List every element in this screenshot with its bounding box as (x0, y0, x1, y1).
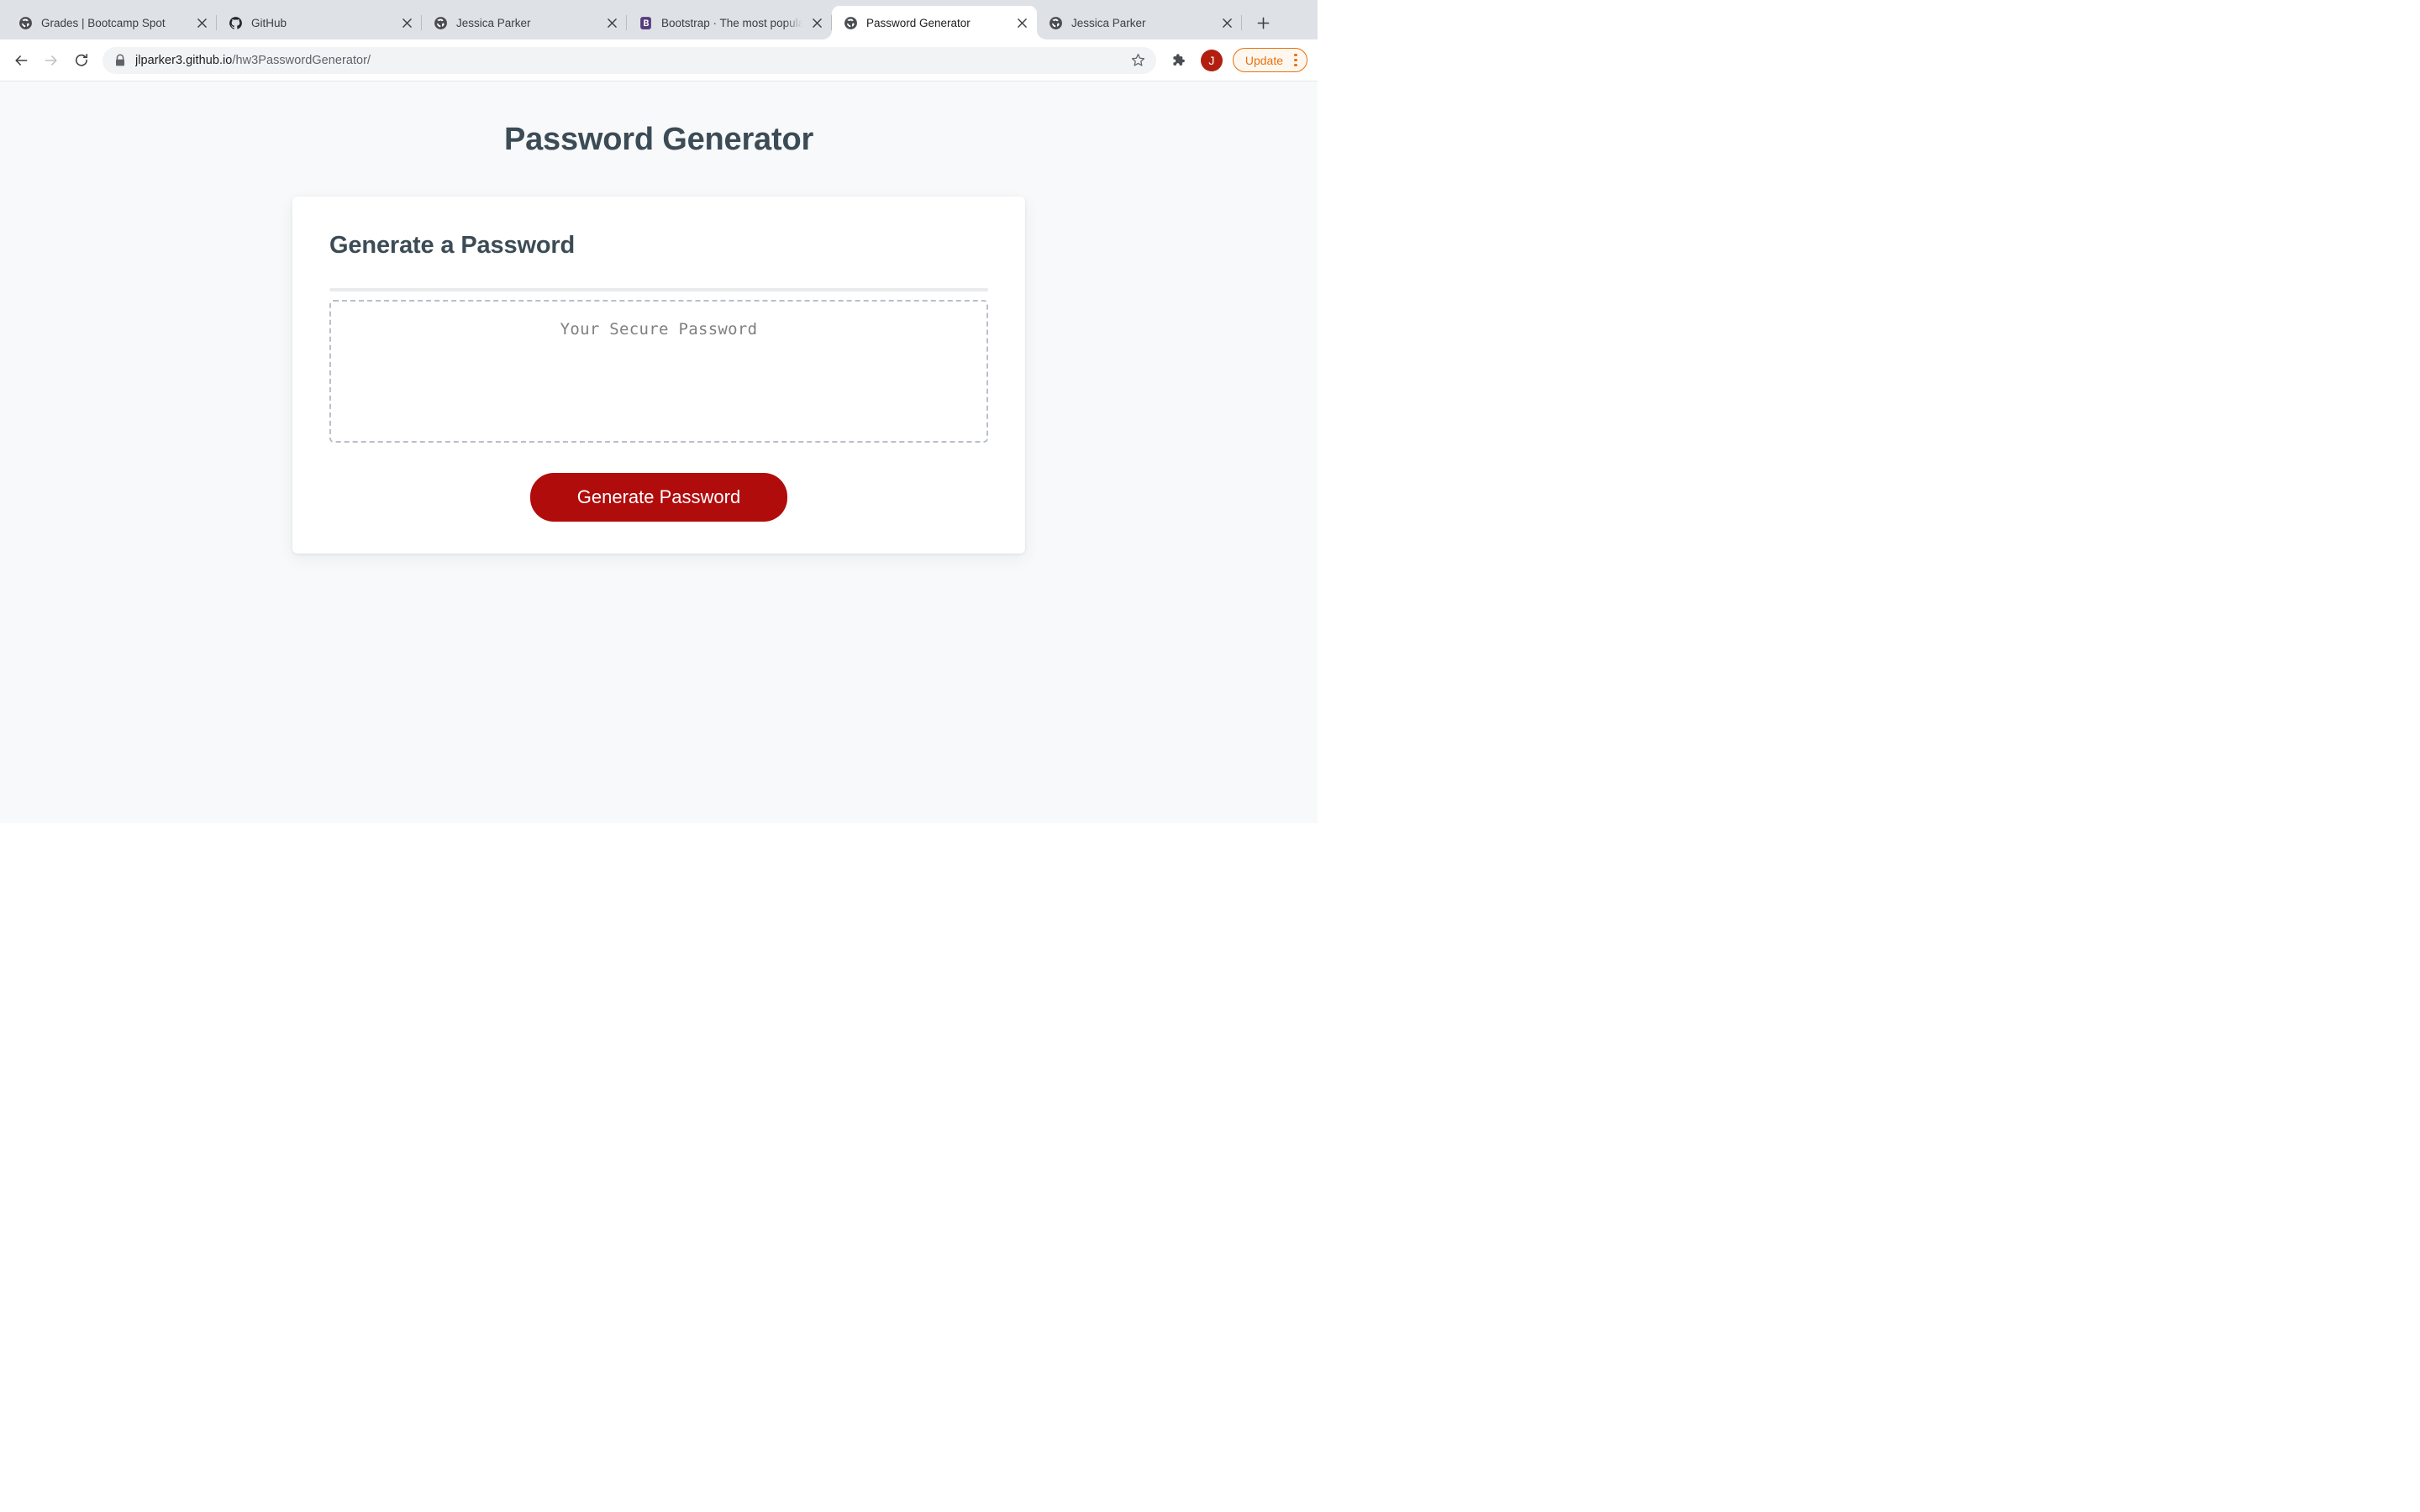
tab-grades-bootcamp-spot[interactable]: Grades | Bootcamp Spot (7, 6, 217, 39)
back-button[interactable] (8, 48, 34, 73)
kebab-dot (1294, 58, 1297, 62)
tab-title: Jessica Parker (1071, 16, 1146, 29)
globe-icon (19, 16, 32, 29)
heading-divider (329, 288, 988, 291)
globe-icon (844, 16, 857, 29)
globe-icon (434, 16, 447, 29)
profile-avatar[interactable]: J (1200, 49, 1223, 71)
globe-icon (1050, 16, 1062, 29)
browser-toolbar: jlparker3.github.io/hw3PasswordGenerator… (0, 39, 1318, 81)
tab-title: Jessica Parker (456, 16, 531, 29)
url-text: jlparker3.github.io/hw3PasswordGenerator… (135, 54, 371, 67)
bootstrap-icon (640, 16, 651, 29)
tab-close-icon[interactable] (191, 12, 213, 34)
update-label: Update (1244, 53, 1283, 67)
address-bar[interactable]: jlparker3.github.io/hw3PasswordGenerator… (103, 46, 1156, 74)
password-display[interactable]: Your Secure Password (329, 300, 988, 443)
update-button[interactable]: Update (1232, 48, 1307, 72)
star-icon (1131, 54, 1144, 66)
url-domain: jlparker3.github.io (135, 53, 233, 67)
page-title: Password Generator (503, 122, 814, 157)
new-tab-button[interactable] (1250, 10, 1276, 35)
tab-title: Bootstrap · The most popular (661, 16, 802, 29)
tab-password-generator[interactable]: Password Generator (832, 6, 1037, 39)
tab-close-icon[interactable] (396, 12, 418, 34)
tab-jessica-parker-2[interactable]: Jessica Parker (1037, 6, 1242, 39)
kebab-menu-icon[interactable] (1290, 54, 1302, 66)
generate-password-button[interactable]: Generate Password (529, 473, 788, 522)
tab-separator (1241, 15, 1242, 30)
tab-jessica-parker-1[interactable]: Jessica Parker (422, 6, 627, 39)
forward-arrow-icon (45, 55, 57, 66)
kebab-dot (1294, 63, 1297, 66)
bookmark-button[interactable] (1122, 52, 1146, 68)
reload-icon (75, 53, 88, 66)
page-viewport: Password Generator Generate a Password Y… (0, 81, 1318, 823)
kebab-dot (1294, 54, 1297, 57)
tab-title: Grades | Bootcamp Spot (41, 16, 166, 29)
url-path: /hw3PasswordGenerator/ (232, 53, 371, 67)
tab-strip: Grades | Bootcamp Spot GitHub Jessica Pa… (0, 0, 1318, 39)
extensions-button[interactable] (1165, 48, 1191, 73)
password-generator-card: Generate a Password Your Secure Password… (292, 197, 1025, 554)
puzzle-piece-icon (1173, 54, 1186, 66)
browser-window: Grades | Bootcamp Spot GitHub Jessica Pa… (0, 0, 1318, 823)
tab-close-icon[interactable] (1011, 12, 1033, 34)
card-heading: Generate a Password (329, 232, 576, 259)
tab-close-icon[interactable] (601, 12, 623, 34)
back-arrow-icon (15, 55, 28, 66)
plus-icon (1257, 17, 1269, 29)
button-row: Generate Password (329, 473, 988, 522)
reload-button[interactable] (69, 48, 94, 73)
password-placeholder: Your Secure Password (560, 320, 758, 339)
tab-title: Password Generator (866, 16, 971, 29)
lock-icon (116, 53, 124, 66)
github-icon (229, 16, 242, 29)
tab-title: GitHub (251, 16, 287, 29)
tab-close-icon[interactable] (1216, 12, 1238, 34)
tab-bootstrap[interactable]: Bootstrap · The most popular (627, 6, 832, 39)
forward-button[interactable] (39, 48, 64, 73)
tab-github[interactable]: GitHub (217, 6, 422, 39)
